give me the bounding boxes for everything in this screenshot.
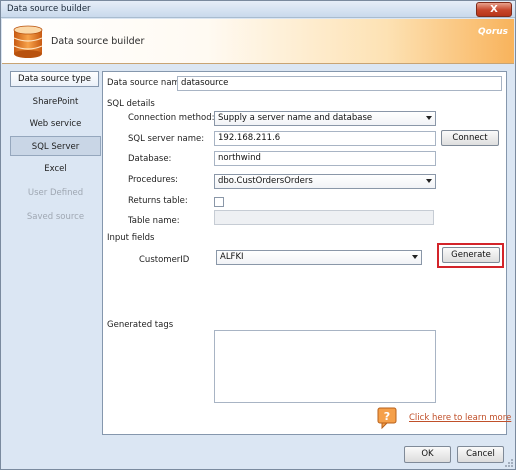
database-icon <box>13 25 43 58</box>
data-source-type-nav: Data source type SharePoint Web service … <box>10 71 101 231</box>
svg-text:?: ? <box>384 410 390 423</box>
table-name-input <box>214 210 434 225</box>
returns-table-checkbox[interactable] <box>214 197 224 207</box>
cancel-button[interactable]: Cancel <box>457 446 504 463</box>
input-fields-heading: Input fields <box>107 233 155 243</box>
title-bar: Data source builder X <box>1 1 515 18</box>
connection-method-label: Connection method: <box>128 113 215 123</box>
generate-button[interactable]: Generate <box>442 247 500 263</box>
procedures-value: dbo.CustOrdersOrders <box>218 176 313 186</box>
learn-more-link[interactable]: Click here to learn more <box>409 413 511 423</box>
header-title: Data source builder <box>51 36 145 47</box>
table-name-label: Table name: <box>128 216 180 226</box>
help-question-icon[interactable]: ? <box>377 407 397 429</box>
chevron-down-icon <box>426 116 432 120</box>
customerid-label: CustomerID <box>139 255 190 265</box>
generated-tags-textarea[interactable] <box>214 330 436 403</box>
brand-logo: Qorus <box>478 27 509 37</box>
nav-item-sql-server[interactable]: SQL Server <box>10 136 101 156</box>
chevron-down-icon <box>412 255 418 259</box>
generated-tags-label: Generated tags <box>107 320 174 330</box>
procedures-label: Procedures: <box>128 175 178 185</box>
nav-heading: Data source type <box>10 71 99 87</box>
nav-item-excel[interactable]: Excel <box>10 159 101 179</box>
connect-button[interactable]: Connect <box>441 130 499 146</box>
connection-method-value: Supply a server name and database <box>218 113 373 123</box>
procedures-select[interactable]: dbo.CustOrdersOrders <box>214 174 436 189</box>
chevron-down-icon <box>426 179 432 183</box>
connection-method-select[interactable]: Supply a server name and database <box>214 111 436 126</box>
data-source-name-label: Data source name <box>107 78 186 88</box>
customerid-value: ALFKI <box>220 252 244 262</box>
ok-button[interactable]: OK <box>404 446 451 463</box>
nav-item-web-service[interactable]: Web service <box>10 114 101 134</box>
returns-table-label: Returns table: <box>128 196 188 206</box>
resize-grip-icon[interactable] <box>504 458 514 468</box>
sql-server-name-label: SQL server name: <box>128 134 205 144</box>
sql-details-heading: SQL details <box>107 99 155 109</box>
sql-server-name-input[interactable]: 192.168.211.6 <box>214 131 436 146</box>
database-label: Database: <box>128 154 172 164</box>
header-banner: Data source builder Qorus <box>2 19 514 64</box>
data-source-builder-window: Data source builder X Data source builde… <box>0 0 516 470</box>
close-button[interactable]: X <box>476 2 512 17</box>
nav-item-user-defined: User Defined <box>27 188 84 198</box>
nav-item-saved-source: Saved source <box>26 212 85 222</box>
nav-item-sharepoint[interactable]: SharePoint <box>10 92 101 112</box>
data-source-name-input[interactable]: datasource <box>177 76 502 91</box>
sql-server-panel: Data source name datasource SQL details … <box>102 71 511 435</box>
window-title: Data source builder <box>7 4 91 14</box>
customerid-select[interactable]: ALFKI <box>216 250 422 265</box>
database-input[interactable]: northwind <box>214 151 436 166</box>
